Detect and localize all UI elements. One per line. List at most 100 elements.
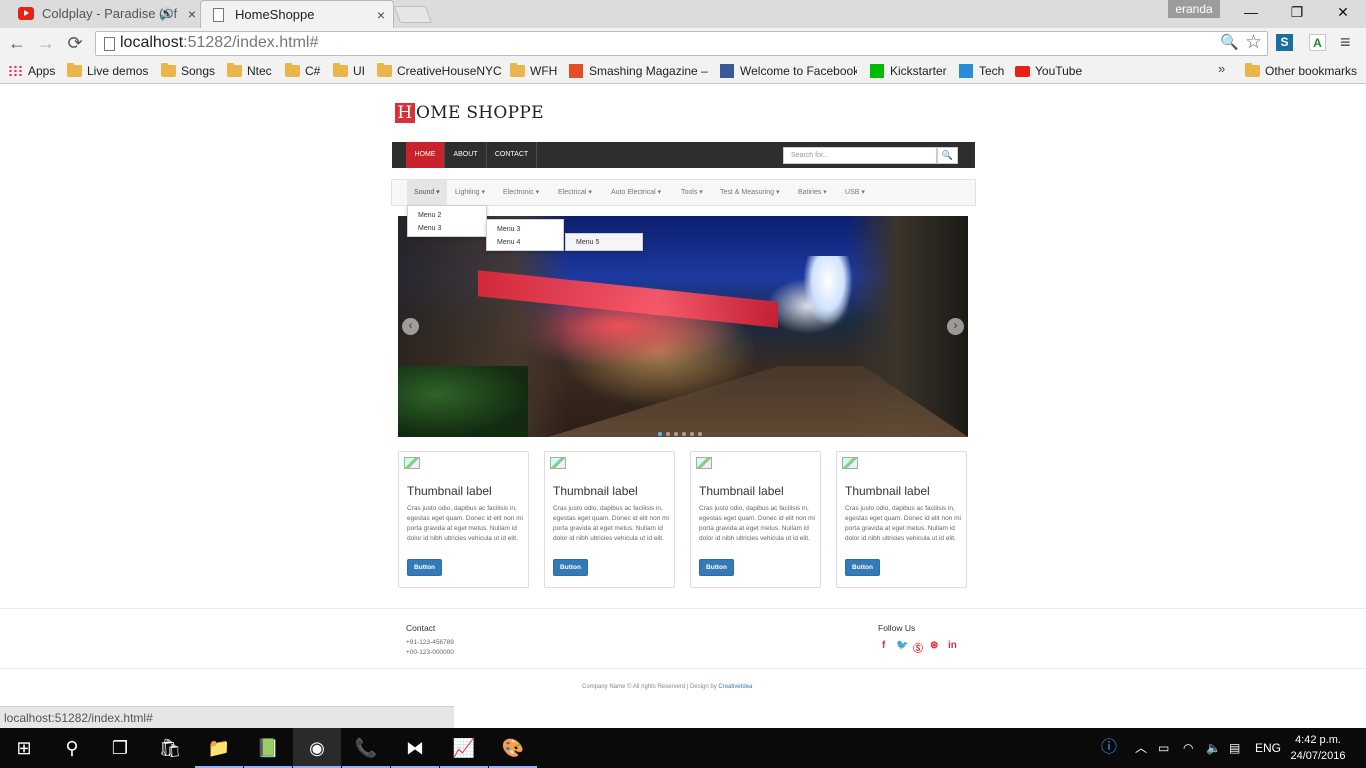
visual-studio-icon[interactable]: ⧓: [391, 728, 439, 768]
store-icon[interactable]: 🛍: [146, 728, 194, 768]
category-batiries[interactable]: Batiries ▾: [798, 180, 827, 205]
bookmark-kickstarter[interactable]: Kickstarter: [870, 62, 947, 80]
bookmark-ntec[interactable]: Ntec: [227, 62, 272, 80]
search-icon[interactable]: ⚲: [48, 728, 96, 768]
carousel-indicator-dot[interactable]: [698, 432, 702, 436]
category-test-measuring[interactable]: Test & Measuring ▾: [720, 180, 780, 205]
carousel-indicator-dot[interactable]: [674, 432, 678, 436]
zoom-icon[interactable]: 🔍: [1220, 33, 1239, 51]
clock[interactable]: 4:42 p.m. 24/07/2016: [1288, 732, 1348, 764]
nav-about[interactable]: ABOUT: [445, 142, 487, 168]
maximize-button[interactable]: ❐: [1274, 0, 1320, 24]
thumbnail-button[interactable]: Button: [699, 559, 734, 576]
carousel-next-button[interactable]: ›: [947, 318, 964, 335]
bookmark-tech[interactable]: Tech: [959, 62, 1004, 80]
carousel-indicator-dot[interactable]: [690, 432, 694, 436]
menu-item-menu-3[interactable]: Menu 3: [418, 225, 441, 232]
bookmark-star-icon[interactable]: ☆: [1245, 31, 1262, 54]
profile-button[interactable]: eranda: [1168, 0, 1220, 18]
nav-home[interactable]: HOME: [406, 142, 445, 168]
skype-icon[interactable]: Ⓢ: [913, 640, 923, 655]
nav-contact[interactable]: CONTACT: [487, 142, 537, 168]
address-bar[interactable]: localhost:51282/index.html# 🔍 ☆: [95, 31, 1268, 56]
audio-icon[interactable]: 🔊: [160, 0, 174, 28]
bookmark-ui[interactable]: UI: [333, 62, 365, 80]
category-electronic[interactable]: Electronic ▾: [503, 180, 539, 205]
paint-icon[interactable]: 🎨: [489, 728, 537, 768]
bookmark-wfh[interactable]: WFH: [510, 62, 557, 80]
thumbnail-button[interactable]: Button: [553, 559, 588, 576]
browser-toolbar: ← → ⟳ localhost:51282/index.html# 🔍 ☆ S …: [0, 28, 1366, 58]
broken-image-icon: [550, 457, 566, 469]
close-window-button[interactable]: ✕: [1320, 0, 1366, 24]
twitter-icon[interactable]: 🐦: [896, 640, 908, 651]
file-explorer-icon[interactable]: 📁: [195, 728, 243, 768]
carousel-indicator-dot[interactable]: [658, 432, 662, 436]
menu-item-menu-5[interactable]: Menu 5: [576, 239, 599, 246]
task-view-icon[interactable]: ❐: [96, 728, 144, 768]
carousel-indicator-dot[interactable]: [666, 432, 670, 436]
menu-item-menu-2[interactable]: Menu 2: [418, 212, 441, 219]
follow-heading: Follow Us: [878, 623, 916, 633]
bookmark-smashing[interactable]: Smashing Magazine –: [569, 62, 709, 80]
close-tab-icon[interactable]: ×: [377, 1, 385, 28]
volume-icon[interactable]: 🔈: [1206, 728, 1221, 768]
thumbnail-card: Thumbnail label Cras justo odio, dapibus…: [690, 451, 821, 588]
category-sound[interactable]: Sound ▾: [407, 180, 447, 205]
designer-link[interactable]: CreativeIdea: [718, 684, 752, 690]
page-icon: [213, 8, 224, 22]
menu-item-menu-4[interactable]: Menu 4: [497, 239, 520, 246]
thumbnail-button[interactable]: Button: [845, 559, 880, 576]
tab-coldplay[interactable]: Coldplay - Paradise (Of 🔊 ×: [8, 0, 204, 28]
chrome-icon[interactable]: ◉: [293, 728, 341, 768]
site-logo[interactable]: H OME SHOPPE: [395, 103, 544, 123]
thumbnail-button[interactable]: Button: [407, 559, 442, 576]
other-bookmarks[interactable]: Other bookmarks: [1245, 62, 1357, 80]
facebook-icon[interactable]: f: [882, 640, 885, 651]
notes-app-icon[interactable]: 📗: [244, 728, 292, 768]
notifications-icon[interactable]: ▤: [1229, 728, 1240, 768]
chrome-menu-icon[interactable]: ≡: [1340, 32, 1351, 53]
reload-button[interactable]: ⟳: [63, 31, 87, 55]
windows-start-icon[interactable]: ⊞: [0, 728, 48, 768]
carousel-indicator-dot[interactable]: [682, 432, 686, 436]
bookmark-songs[interactable]: Songs: [161, 62, 215, 80]
bookmark-creativehousenyc[interactable]: CreativeHouseNYC: [377, 62, 502, 80]
minimize-button[interactable]: —: [1228, 0, 1274, 24]
bookmark-live-demos[interactable]: Live demos: [67, 62, 148, 80]
chart-app-icon[interactable]: 📈: [440, 728, 488, 768]
s-extension-icon[interactable]: S: [1276, 34, 1293, 51]
close-tab-icon[interactable]: ×: [188, 0, 196, 28]
new-tab-button[interactable]: [393, 6, 433, 23]
back-button[interactable]: ←: [5, 31, 29, 55]
folder-icon: [227, 63, 242, 77]
page-info-icon[interactable]: [104, 37, 115, 51]
search-button[interactable]: 🔍: [937, 147, 958, 164]
bookmark-youtube[interactable]: YouTube: [1015, 62, 1082, 80]
menu-item-menu-3[interactable]: Menu 3: [497, 226, 520, 233]
forward-button[interactable]: →: [34, 31, 58, 55]
bookmark-csharp[interactable]: C#: [285, 62, 320, 80]
category-usb[interactable]: USB ▾: [845, 180, 865, 205]
category-tools[interactable]: Tools ▾: [681, 180, 703, 205]
bookmark-facebook[interactable]: Welcome to Facebook: [720, 62, 857, 80]
show-hidden-icons-icon[interactable]: ︿: [1135, 728, 1147, 768]
bookmark-apps[interactable]: Apps: [8, 62, 55, 80]
category-auto-electrical[interactable]: Auto Electrical ▾: [611, 180, 661, 205]
info-tray-icon[interactable]: ⓘ: [1101, 728, 1117, 768]
tab-homeshoppe[interactable]: HomeShoppe ×: [200, 0, 394, 28]
category-lighting[interactable]: Lighting ▾: [455, 180, 485, 205]
viber-icon[interactable]: 📞: [342, 728, 390, 768]
hero-carousel[interactable]: [398, 216, 968, 437]
apps-extension-icon[interactable]: A: [1309, 34, 1326, 51]
carousel-prev-button[interactable]: ‹: [402, 318, 419, 335]
linkedin-icon[interactable]: in: [948, 640, 957, 651]
language-indicator[interactable]: ENG: [1255, 728, 1281, 768]
url-text[interactable]: localhost:51282/index.html#: [120, 34, 318, 52]
dribbble-icon[interactable]: ⊛: [930, 640, 938, 651]
search-input[interactable]: Search for...: [783, 147, 937, 164]
battery-icon[interactable]: ▭: [1158, 728, 1169, 768]
more-bookmarks-icon[interactable]: »: [1218, 61, 1225, 76]
wifi-icon[interactable]: ◠: [1183, 728, 1193, 768]
category-electrical[interactable]: Electrical ▾: [558, 180, 592, 205]
